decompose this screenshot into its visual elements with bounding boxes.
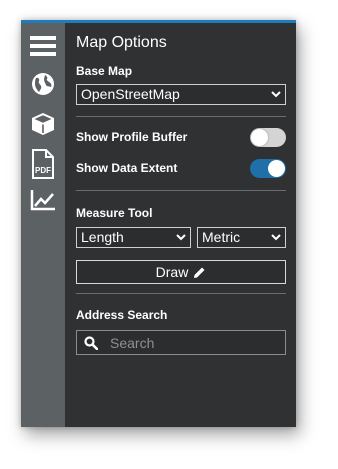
map-options-panel: PDF Map Options Base Map OpenStreetMap S… (21, 20, 296, 427)
chevron-down-icon (271, 91, 281, 98)
base-map-select[interactable]: OpenStreetMap (76, 84, 286, 105)
toggle-knob (251, 129, 268, 146)
measure-mode-value: Length (81, 229, 124, 245)
search-input[interactable] (110, 334, 280, 351)
divider (76, 293, 286, 294)
cube-icon[interactable] (21, 109, 65, 139)
draw-button-label: Draw (155, 264, 189, 280)
divider (76, 116, 286, 117)
draw-button[interactable]: Draw (76, 260, 286, 284)
pencil-icon (194, 267, 205, 278)
measure-mode-select[interactable]: Length (76, 227, 191, 248)
profile-buffer-toggle[interactable] (250, 128, 286, 147)
side-rail: PDF (21, 23, 65, 427)
chevron-down-icon (271, 234, 281, 241)
chevron-down-icon (176, 234, 186, 241)
profile-buffer-label: Show Profile Buffer (76, 130, 188, 144)
toggle-knob (268, 160, 285, 177)
line-chart-icon[interactable] (21, 185, 65, 215)
measure-units-select[interactable]: Metric (197, 227, 286, 248)
data-extent-toggle[interactable] (250, 159, 286, 178)
options-content: Map Options Base Map OpenStreetMap Show … (76, 23, 286, 427)
address-search-label: Address Search (76, 308, 168, 322)
hamburger-menu-icon[interactable] (21, 29, 65, 63)
base-map-label: Base Map (76, 64, 133, 78)
search-icon (84, 335, 98, 350)
globe-icon[interactable] (21, 69, 65, 99)
base-map-selected-value: OpenStreetMap (81, 86, 180, 102)
pdf-file-icon[interactable]: PDF (21, 147, 65, 181)
panel-title: Map Options (76, 34, 167, 51)
address-search-box[interactable] (76, 330, 286, 355)
data-extent-label: Show Data Extent (76, 161, 178, 175)
divider (76, 190, 286, 191)
svg-text:PDF: PDF (35, 166, 51, 175)
measure-tool-label: Measure Tool (76, 206, 153, 220)
measure-units-value: Metric (202, 229, 241, 245)
